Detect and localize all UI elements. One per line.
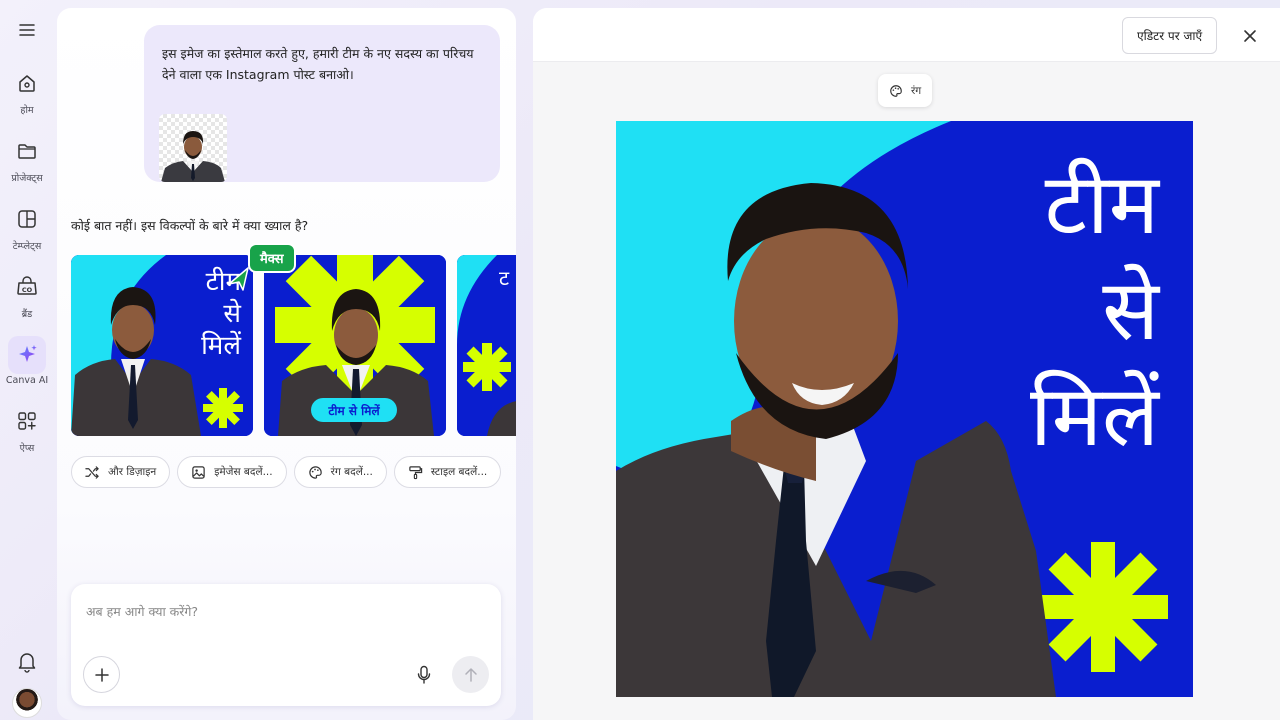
- palette-icon: [890, 84, 902, 97]
- plus-icon: [94, 667, 109, 682]
- suggestion-chips: और डिज़ाइन इमेजेस बदलें... रंग बदलें... …: [71, 456, 502, 488]
- menu-icon[interactable]: [13, 18, 41, 42]
- design-title-line2: से: [1102, 261, 1160, 359]
- rail-item-home[interactable]: होम: [0, 64, 54, 116]
- lime-asterisk-large: [1038, 542, 1168, 672]
- option1-title-line2: से: [223, 298, 241, 329]
- option1-title-line3: मिलें: [201, 330, 241, 361]
- folder-icon: [8, 132, 46, 170]
- chip-more-designs-label: और डिज़ाइन: [108, 466, 157, 478]
- chip-more-designs[interactable]: और डिज़ाइन: [71, 456, 171, 488]
- paint-roller-icon: [409, 465, 423, 479]
- lime-asterisk-1: [203, 388, 243, 428]
- left-rail: होम प्रोजेक्ट्स टेम्प्लेट्स CO ब्रैंड Ca…: [0, 0, 54, 720]
- svg-text:CO: CO: [22, 286, 33, 294]
- apps-icon: [8, 402, 46, 440]
- home-icon: [8, 64, 46, 102]
- design-preview-panel: एडिटर पर जाएँ रंग टीम से मिलें: [533, 8, 1280, 720]
- image-icon: [192, 465, 205, 479]
- chip-change-images-label: इमेजेस बदलें...: [214, 466, 273, 478]
- color-button-label: रंग: [911, 84, 922, 97]
- sparkle-icon: [8, 336, 46, 374]
- chip-change-images[interactable]: इमेजेस बदलें...: [177, 456, 287, 488]
- rail-label-home: होम: [20, 105, 34, 116]
- chip-change-colors[interactable]: रंग बदलें...: [293, 456, 387, 488]
- rail-item-brand[interactable]: CO ब्रैंड: [0, 268, 54, 320]
- chip-change-style-label: स्टाइल बदलें...: [430, 466, 488, 478]
- rail-bottom: [0, 648, 54, 720]
- rail-item-templates[interactable]: टेम्प्लेट्स: [0, 200, 54, 252]
- design-options: टीम से मिलें टीम से मिलें ट: [71, 255, 516, 436]
- rail-item-canva-ai[interactable]: Canva AI: [0, 336, 54, 386]
- chip-change-colors-label: रंग बदलें...: [330, 466, 373, 478]
- go-to-editor-button[interactable]: एडिटर पर जाएँ: [1122, 17, 1218, 54]
- rail-label-canva-ai: Canva AI: [5, 375, 49, 386]
- chat-panel: इस इमेज का इस्तेमाल करते हुए, हमारी टीम …: [57, 8, 516, 720]
- user-message-bubble: इस इमेज का इस्तेमाल करते हुए, हमारी टीम …: [144, 25, 500, 182]
- prompt-input[interactable]: [86, 604, 476, 619]
- bell-icon[interactable]: [13, 648, 41, 676]
- microphone-icon: [417, 665, 431, 684]
- rail-label-apps: ऐप्स: [19, 443, 35, 454]
- design-option-3[interactable]: ट: [457, 255, 516, 436]
- chip-change-style[interactable]: स्टाइल बदलें...: [393, 456, 502, 488]
- message-composer: [71, 584, 501, 706]
- shuffle-icon: [85, 465, 99, 479]
- template-icon: [8, 200, 46, 238]
- rail-label-brand: ब्रैंड: [21, 309, 33, 320]
- microphone-button[interactable]: [411, 662, 437, 688]
- preview-topbar: एडिटर पर जाएँ: [533, 8, 1280, 62]
- cursor-arrow-icon: [228, 267, 249, 291]
- user-message-text: इस इमेज का इस्तेमाल करते हुए, हमारी टीम …: [162, 46, 474, 82]
- rail-label-templates: टेम्प्लेट्स: [12, 241, 42, 252]
- design-option-2[interactable]: टीम से मिलें: [264, 255, 446, 436]
- design-canvas[interactable]: टीम से मिलें: [616, 121, 1193, 697]
- option2-badge-text: टीम से मिलें: [327, 404, 380, 418]
- lime-asterisk-3: [463, 343, 511, 391]
- close-icon[interactable]: [1238, 24, 1262, 48]
- uploaded-image-thumbnail[interactable]: [159, 114, 227, 182]
- rail-label-projects: प्रोजेक्ट्स: [11, 173, 43, 184]
- design-title-line3: मिलें: [1030, 367, 1161, 465]
- brand-icon: CO: [8, 268, 46, 306]
- palette-icon: [308, 465, 322, 479]
- rail-item-projects[interactable]: प्रोजेक्ट्स: [0, 132, 54, 184]
- collaborator-cursor-badge: मैक्स: [248, 243, 296, 273]
- user-avatar[interactable]: [12, 688, 42, 718]
- option3-title-fragment: ट: [499, 266, 510, 290]
- design-title-line1: टीम: [1045, 155, 1161, 253]
- send-button[interactable]: [452, 656, 489, 693]
- add-attachment-button[interactable]: [83, 656, 120, 693]
- rail-item-apps[interactable]: ऐप्स: [0, 402, 54, 454]
- arrow-up-icon: [464, 667, 477, 682]
- assistant-reply: कोई बात नहीं। इस विकल्पों के बारे में क्…: [71, 218, 309, 233]
- color-button[interactable]: रंग: [878, 74, 933, 107]
